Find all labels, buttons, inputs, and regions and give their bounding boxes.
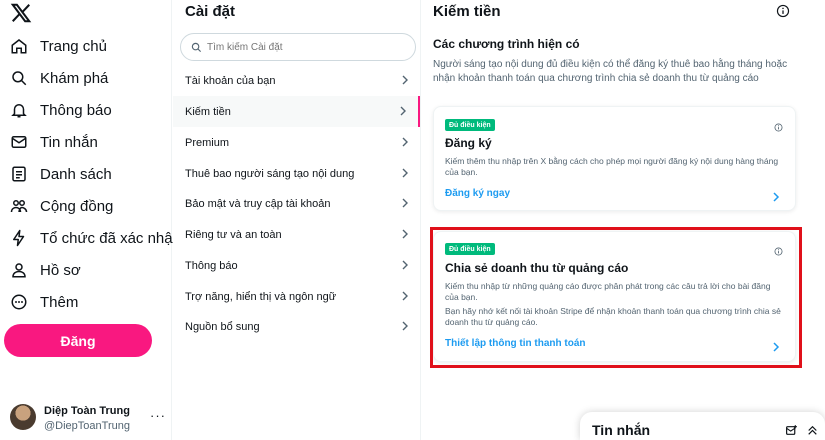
search-icon [10,69,28,87]
section-description: Người sáng tạo nội dung đủ điều kiện có … [433,59,788,84]
profile-handle: @DiepToanTrung [44,420,130,432]
nav-item-label: Tin nhắn [40,133,98,151]
section-title: Các chương trình hiện có [433,37,580,51]
card-description: Kiếm thêm thu nhập trên X bằng cách cho … [445,156,779,177]
nav-item-messages[interactable]: Tin nhắn [10,128,98,156]
account-switcher[interactable]: Diệp Toàn Trung @DiepToanTrung ··· [10,404,168,434]
search-icon [191,42,202,53]
settings-item-notifications[interactable]: Thông báo [173,250,420,281]
more-circle-icon [10,293,28,311]
new-message-icon[interactable] [785,424,798,437]
nav-item-label: Trang chủ [40,37,107,55]
person-icon [10,261,28,279]
chevron-right-icon [400,321,410,331]
nav-item-label: Khám phá [40,69,109,87]
nav-item-profile[interactable]: Hồ sơ [10,256,81,284]
post-button[interactable]: Đăng [4,324,152,357]
settings-item-label: Tài khoản của bạn [185,74,276,87]
more-options-icon[interactable]: ··· [150,408,166,423]
nav-item-label: Hồ sơ [40,261,81,279]
settings-item-label: Kiếm tiền [185,105,231,118]
program-card-subscriptions: Đủ điều kiện Đăng ký Kiếm thêm thu nhập … [433,106,796,211]
info-icon[interactable] [774,119,783,132]
page-title: Kiếm tiền [433,3,501,20]
profile-name: Diệp Toàn Trung [44,405,130,417]
settings-item-premium[interactable]: Premium [173,127,420,158]
settings-item-label: Bảo mật và truy cập tài khoản [185,197,331,210]
community-icon [10,197,28,215]
settings-item-privacy[interactable]: Riêng tư và an toàn [173,219,420,250]
chevron-right-icon [400,75,410,85]
chevron-right-icon [400,229,410,239]
nav-item-label: Tổ chức đã xác nhậ [40,229,173,247]
nav-item-home[interactable]: Trang chủ [10,32,107,60]
nav-item-label: Cộng đồng [40,197,114,215]
home-icon [10,37,28,55]
settings-item-label: Thông báo [185,259,238,272]
settings-item-account[interactable]: Tài khoản của bạn [173,65,420,96]
settings-item-accessibility[interactable]: Trợ năng, hiển thị và ngôn ngữ [173,281,420,312]
chevron-right-icon [400,291,410,301]
chevron-right-icon [398,106,408,116]
avatar [10,404,36,430]
bell-icon [10,101,28,119]
highlight-box [430,227,802,368]
settings-item-label: Trợ năng, hiển thị và ngôn ngữ [185,290,337,303]
settings-item-creator-subscriptions[interactable]: Thuê bao người sáng tạo nội dung [173,158,420,189]
chevron-up-double-icon[interactable] [806,424,819,437]
settings-item-additional-resources[interactable]: Nguồn bổ sung [173,311,420,342]
nav-item-notifications[interactable]: Thông báo [10,96,112,124]
settings-item-monetization[interactable]: Kiếm tiền [173,96,420,127]
nav-item-label: Danh sách [40,165,112,183]
monetization-panel: Kiếm tiền Các chương trình hiện có Người… [422,0,825,440]
lightning-icon [10,229,28,247]
nav-item-lists[interactable]: Danh sách [10,160,112,188]
settings-item-label: Nguồn bổ sung [185,320,260,333]
messages-drawer[interactable]: Tin nhắn [580,412,825,440]
nav-item-communities[interactable]: Cộng đồng [10,192,113,220]
chevron-right-icon [400,137,410,147]
mail-icon [10,133,28,151]
settings-panel: Cài đặt Tài khoản của bạn Kiếm tiền Prem… [173,0,421,440]
list-icon [10,165,28,183]
nav-item-explore[interactable]: Khám phá [10,64,108,92]
info-icon[interactable] [776,4,790,18]
chevron-right-icon [400,168,410,178]
settings-title: Cài đặt [185,3,236,20]
settings-item-label: Thuê bao người sáng tạo nội dung [185,167,355,180]
nav-item-label: Thêm [40,293,79,311]
left-navigation: Trang chủ Khám phá Thông báo Tin nhắn Da… [0,0,173,440]
chevron-right-icon [400,260,410,270]
chevron-right-icon[interactable] [771,189,781,202]
messages-drawer-title: Tin nhắn [592,422,651,438]
nav-item-more[interactable]: Thêm [10,288,78,316]
chevron-right-icon [400,198,410,208]
card-title: Đăng ký [445,136,492,150]
settings-search[interactable] [180,33,416,61]
nav-item-label: Thông báo [40,101,112,119]
settings-item-security[interactable]: Bảo mật và truy cập tài khoản [173,188,420,219]
subscribe-now-link[interactable]: Đăng ký ngay [445,188,510,199]
settings-search-input[interactable] [207,41,397,53]
x-logo-icon[interactable] [10,2,32,24]
settings-item-label: Riêng tư và an toàn [185,228,282,241]
eligible-badge: Đủ điều kiện [445,119,495,131]
settings-item-label: Premium [185,136,230,149]
nav-item-verified-orgs[interactable]: Tổ chức đã xác nhậ [10,224,173,252]
